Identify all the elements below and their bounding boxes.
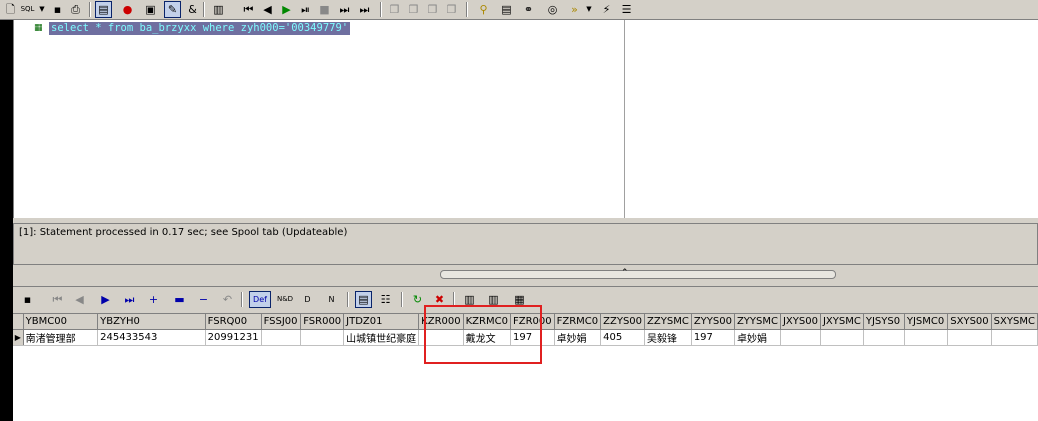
column-header[interactable]: SXYS00 xyxy=(947,314,992,330)
column-header[interactable]: FSSJ00 xyxy=(261,314,302,330)
table-cell[interactable] xyxy=(261,329,302,346)
insert-record-icon[interactable]: + xyxy=(145,291,162,308)
column-header[interactable]: YBMC00 xyxy=(23,314,99,330)
line-marker-icon: ▦ xyxy=(34,23,43,33)
main-toolbar: 🗋 SQL ▼ ▪ ⎙ ▤ ● ▣ ✎ & ▥ ⏮ ◀ ▶ ⏯ ■ ⏭ ⏭ ❐ … xyxy=(0,0,1038,20)
dropdown-arrow-icon[interactable]: ▼ xyxy=(584,1,594,18)
window-icon[interactable]: ▣ xyxy=(142,1,159,18)
bookmark-icon[interactable]: ◎ xyxy=(544,1,561,18)
toolbar-separator xyxy=(241,292,243,307)
step-icon[interactable]: ⏯ xyxy=(297,1,314,18)
column-header[interactable]: YJSYS0 xyxy=(863,314,905,330)
delete-record-icon[interactable]: − xyxy=(195,291,212,308)
table-cell[interactable]: 20991231 xyxy=(205,329,262,346)
toolbar-separator xyxy=(380,2,382,17)
options-icon[interactable]: ☰ xyxy=(618,1,635,18)
save-icon[interactable]: ▪ xyxy=(19,291,36,308)
grid-corner-cell xyxy=(13,314,24,330)
table-cell[interactable] xyxy=(991,329,1038,346)
paste-icon[interactable]: ❐ xyxy=(405,1,422,18)
highlight-icon[interactable]: » xyxy=(566,1,583,18)
print-icon[interactable]: ⎙ xyxy=(67,1,84,18)
last-icon[interactable]: ⏭ xyxy=(356,1,373,18)
chevron-up-icon[interactable]: ⌃ xyxy=(621,268,629,278)
column-header[interactable]: SXYSMC xyxy=(991,314,1038,330)
column-header[interactable]: FSRQ00 xyxy=(205,314,262,330)
first-record-icon[interactable]: ⏮ xyxy=(49,291,66,308)
table-cell[interactable]: 南渚管理部 xyxy=(23,329,99,346)
duplicate-record-icon[interactable]: ▬ xyxy=(171,291,188,308)
column-header[interactable]: ZZYS00 xyxy=(600,314,646,330)
toolbar-separator xyxy=(203,2,205,17)
column-header[interactable]: YBZYH0 xyxy=(97,314,206,330)
form-view-icon[interactable]: ☷ xyxy=(377,291,394,308)
next-record-icon[interactable]: ▶ xyxy=(97,291,114,308)
toolbar-separator xyxy=(89,2,91,17)
column-header[interactable]: FZRMC0 xyxy=(554,314,602,330)
stop-execution-icon[interactable]: ■ xyxy=(316,1,333,18)
column-header[interactable]: ZZYSMC xyxy=(644,314,692,330)
table-cell[interactable] xyxy=(947,329,992,346)
prior-record-icon[interactable]: ◀ xyxy=(71,291,88,308)
d-button[interactable]: D xyxy=(299,291,316,308)
sort-icon[interactable]: ⚲ xyxy=(475,1,492,18)
column-header[interactable]: JXYSMC xyxy=(820,314,864,330)
column-header[interactable]: JXYS00 xyxy=(780,314,821,330)
run-icon[interactable]: ▶ xyxy=(278,1,295,18)
execute-icon[interactable]: ▥ xyxy=(210,1,227,18)
pane-splitter[interactable]: ⌃ xyxy=(440,268,836,279)
sql-editor[interactable]: ▦ select * from ba_brzyxx where zyh000='… xyxy=(13,20,624,218)
first-icon[interactable]: ⏮ xyxy=(240,1,257,18)
last-record-icon[interactable]: ⏭ xyxy=(121,291,138,308)
right-pane xyxy=(624,20,1038,218)
status-panel: [1]: Statement processed in 0.17 sec; se… xyxy=(13,223,1038,265)
table-cell[interactable]: 405 xyxy=(600,329,646,346)
edit-mode-icon[interactable]: ✎ xyxy=(164,1,181,18)
table-cell[interactable]: 卓妙娟 xyxy=(734,329,781,346)
row-indicator-icon[interactable]: ▶ xyxy=(13,329,24,346)
filter-icon[interactable]: ▤ xyxy=(498,1,515,18)
toolbar-separator xyxy=(347,292,349,307)
grid-view-icon[interactable]: ▤ xyxy=(355,291,372,308)
next-icon[interactable]: ⏭ xyxy=(336,1,353,18)
previous-icon[interactable]: ◀ xyxy=(259,1,276,18)
table-cell[interactable]: 卓妙娟 xyxy=(554,329,602,346)
table-cell[interactable] xyxy=(863,329,905,346)
table-cell[interactable] xyxy=(300,329,345,346)
status-message: [1]: Statement processed in 0.17 sec; se… xyxy=(19,227,348,238)
table-cell[interactable] xyxy=(904,329,949,346)
sql-text[interactable]: select * from ba_brzyxx where zyh000='00… xyxy=(49,22,351,35)
save-icon[interactable]: ▪ xyxy=(49,1,66,18)
copy-icon[interactable]: ❐ xyxy=(386,1,403,18)
left-gutter xyxy=(0,20,13,421)
column-header[interactable]: JTDZ01 xyxy=(343,314,420,330)
toolbar-separator xyxy=(401,292,403,307)
highlight-annotation-box xyxy=(424,305,542,364)
ampersand-icon[interactable]: & xyxy=(184,1,201,18)
column-header[interactable]: YJSMC0 xyxy=(904,314,949,330)
dropdown-arrow-icon[interactable]: ▼ xyxy=(37,1,47,18)
connect-icon[interactable]: ⚡ xyxy=(598,1,615,18)
column-header[interactable]: FSR000 xyxy=(300,314,345,330)
table-cell[interactable] xyxy=(780,329,821,346)
stop-icon[interactable]: ● xyxy=(119,1,136,18)
new-file-icon[interactable]: 🗋 xyxy=(2,1,19,18)
column-header[interactable]: ZYYS00 xyxy=(691,314,735,330)
toolbar-separator xyxy=(466,2,468,17)
open-sql-icon[interactable]: SQL xyxy=(19,1,36,18)
column-header[interactable]: ZYYSMC xyxy=(734,314,781,330)
clear-icon[interactable]: ❐ xyxy=(443,1,460,18)
cut-icon[interactable]: ❐ xyxy=(424,1,441,18)
nd-button[interactable]: N&D xyxy=(275,291,295,308)
table-cell[interactable]: 197 xyxy=(691,329,735,346)
table-cell[interactable]: 山城镇世纪豪庭 xyxy=(343,329,420,346)
grid-mode-icon[interactable]: ▤ xyxy=(95,1,112,18)
table-cell[interactable]: 245433543 xyxy=(97,329,206,346)
table-cell[interactable]: 吴毅锋 xyxy=(644,329,692,346)
find-icon[interactable]: ⚭ xyxy=(520,1,537,18)
def-button[interactable]: Def xyxy=(249,291,271,308)
table-cell[interactable] xyxy=(820,329,864,346)
undo-icon[interactable]: ↶ xyxy=(219,291,236,308)
n-button[interactable]: N xyxy=(323,291,340,308)
